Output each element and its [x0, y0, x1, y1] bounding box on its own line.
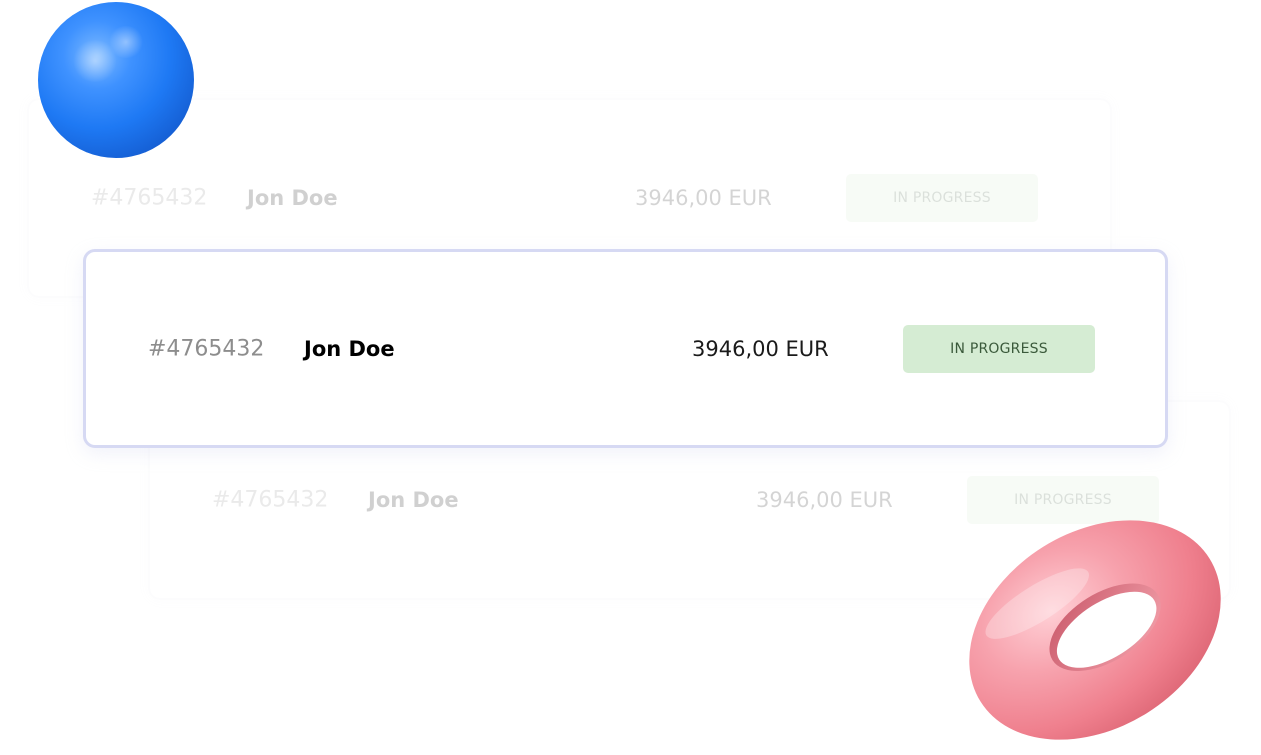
status-badge: IN PROGRESS [846, 174, 1038, 222]
pink-torus-decoration [969, 520, 1221, 740]
order-id: #4765432 [212, 487, 329, 513]
order-id: #4765432 [91, 185, 208, 211]
sphere-highlight [108, 26, 144, 58]
customer-name: Jon Doe [304, 336, 395, 361]
order-amount: 3946,00 EUR [692, 336, 829, 361]
order-amount: 3946,00 EUR [635, 186, 772, 210]
blue-sphere-decoration [38, 2, 194, 158]
status-badge: IN PROGRESS [903, 324, 1095, 373]
order-row-card-selected[interactable]: #4765432 Jon Doe 3946,00 EUR IN PROGRESS [83, 249, 1168, 448]
customer-name: Jon Doe [368, 488, 459, 512]
order-amount: 3946,00 EUR [756, 488, 893, 512]
order-id: #4765432 [148, 336, 265, 361]
customer-name: Jon Doe [247, 186, 338, 210]
